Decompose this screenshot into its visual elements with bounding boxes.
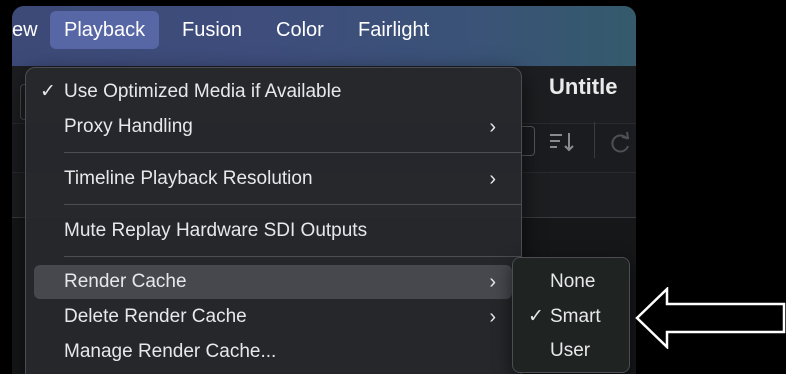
menu-item-use-optimized-media[interactable]: ✓ Use Optimized Media if Available xyxy=(34,75,512,109)
chevron-right-icon: › xyxy=(489,271,496,293)
menubar-item-color[interactable]: Color xyxy=(276,6,324,66)
chevron-right-icon: › xyxy=(489,168,496,190)
chevron-right-icon: › xyxy=(489,306,496,328)
menu-item-manage-render-cache[interactable]: Manage Render Cache... xyxy=(34,335,512,369)
menu-item-label: Delete Render Cache xyxy=(64,306,247,327)
menubar-item-fairlight[interactable]: Fairlight xyxy=(358,6,429,66)
menubar: ew Playback Fusion Color Fairlight xyxy=(12,6,636,66)
menu-item-delete-render-cache[interactable]: Delete Render Cache › xyxy=(34,300,512,334)
search-field-edge[interactable] xyxy=(520,126,535,156)
submenu-item-label: None xyxy=(550,271,596,292)
toolbar-divider xyxy=(594,122,595,158)
menu-separator xyxy=(64,152,522,153)
submenu-item-user[interactable]: User xyxy=(513,334,629,368)
render-cache-submenu: None ✓ Smart User xyxy=(512,257,630,373)
project-title: Untitle xyxy=(549,74,618,99)
menu-item-label: Proxy Handling xyxy=(64,116,193,137)
menu-item-label: Use Optimized Media if Available xyxy=(64,81,342,102)
refresh-icon[interactable] xyxy=(608,131,634,161)
menubar-item-view[interactable]: ew xyxy=(12,6,38,66)
checkmark-icon: ✓ xyxy=(528,306,544,327)
playback-menu: ✓ Use Optimized Media if Available Proxy… xyxy=(25,67,522,374)
submenu-item-label: Smart xyxy=(550,306,601,327)
menubar-item-playback[interactable]: Playback xyxy=(50,11,160,49)
menu-item-label: Render Cache xyxy=(64,271,187,292)
menu-item-render-cache[interactable]: Render Cache › xyxy=(34,265,512,299)
menu-item-label: Manage Render Cache... xyxy=(64,341,277,362)
checkmark-icon: ✓ xyxy=(40,81,56,102)
left-arrow-icon xyxy=(635,287,786,349)
menu-item-mute-replay-sdi[interactable]: Mute Replay Hardware SDI Outputs xyxy=(34,214,512,248)
chevron-right-icon: › xyxy=(489,116,496,138)
menu-item-timeline-playback-resolution[interactable]: Timeline Playback Resolution › xyxy=(34,162,512,196)
menubar-item-fusion[interactable]: Fusion xyxy=(182,6,242,66)
menu-item-label: Timeline Playback Resolution xyxy=(64,168,313,189)
submenu-item-label: User xyxy=(550,340,591,361)
sort-lines-icon[interactable] xyxy=(548,130,576,160)
submenu-item-none[interactable]: None xyxy=(513,265,629,299)
menu-item-proxy-handling[interactable]: Proxy Handling › xyxy=(34,110,512,144)
submenu-item-smart[interactable]: ✓ Smart xyxy=(513,300,629,334)
menu-separator xyxy=(64,204,522,205)
screenshot-stage: ew Playback Fusion Color Fairlight Untit… xyxy=(0,0,786,374)
menu-item-label: Mute Replay Hardware SDI Outputs xyxy=(64,220,368,241)
menu-separator xyxy=(64,256,522,257)
